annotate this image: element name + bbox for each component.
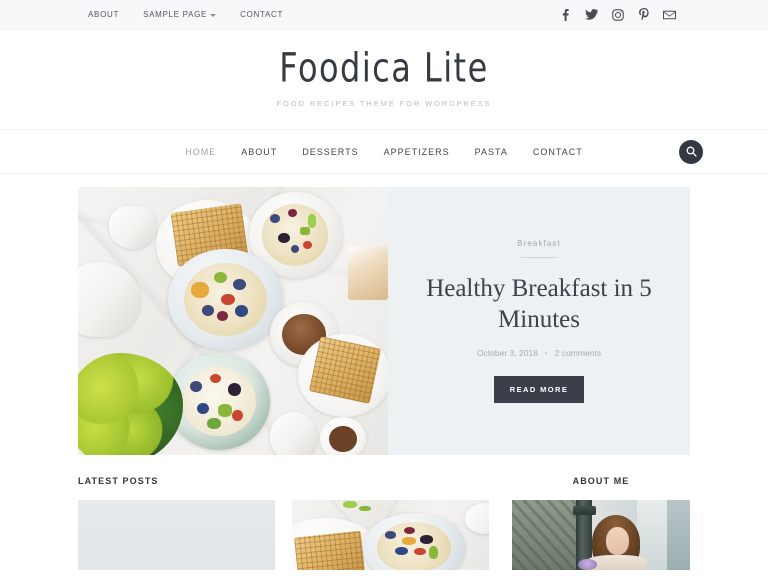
featured-post-title[interactable]: Healthy Breakfast in 5 Minutes (419, 274, 659, 335)
nav-item-appetizers[interactable]: APPETIZERS (384, 147, 450, 157)
about-me-image[interactable] (512, 500, 690, 570)
email-icon[interactable] (663, 8, 676, 21)
featured-post-image[interactable] (78, 187, 388, 455)
nav-item-contact[interactable]: CONTACT (533, 147, 583, 157)
instagram-icon[interactable] (611, 8, 624, 21)
featured-post-content: Breakfast Healthy Breakfast in 5 Minutes… (388, 187, 690, 455)
featured-post-meta: October 3, 2018 • 2 comments (477, 348, 601, 358)
search-icon (686, 146, 697, 157)
topnav-item-about[interactable]: ABOUT (88, 10, 119, 19)
post-card-waffles[interactable] (292, 500, 489, 570)
search-button[interactable] (679, 139, 703, 164)
latest-posts-grid (78, 500, 490, 570)
lower-sections: LATEST POSTS ABOUT ME (0, 476, 768, 570)
main-navigation: HOME ABOUT DESSERTS APPETIZERS PASTA CON… (0, 130, 768, 174)
topnav-item-sample-page[interactable]: SAMPLE PAGE (143, 10, 217, 19)
topnav-item-sample-page-label: SAMPLE PAGE (143, 10, 208, 19)
site-title[interactable]: Foodica Lite (279, 47, 488, 87)
read-more-button[interactable]: READ MORE (493, 376, 585, 403)
top-navigation: ABOUT SAMPLE PAGE CONTACT (88, 10, 283, 19)
nav-item-pasta[interactable]: PASTA (475, 147, 508, 157)
pinterest-icon[interactable] (637, 8, 650, 21)
nav-item-about[interactable]: ABOUT (241, 147, 277, 157)
meta-separator: • (544, 348, 548, 358)
latest-posts-heading: LATEST POSTS (78, 476, 159, 486)
topnav-item-about-label: ABOUT (88, 10, 120, 19)
featured-post-category[interactable]: Breakfast (517, 239, 561, 248)
site-tagline: FOOD RECIPES THEME FOR WORDPRESS (276, 99, 492, 108)
topnav-item-contact[interactable]: CONTACT (240, 10, 283, 19)
twitter-icon[interactable] (585, 8, 598, 21)
nav-item-home[interactable]: HOME (185, 147, 216, 157)
featured-post-comments[interactable]: 2 comments (555, 348, 601, 358)
top-bar: ABOUT SAMPLE PAGE CONTACT (0, 0, 768, 30)
divider (521, 257, 557, 258)
featured-post: Breakfast Healthy Breakfast in 5 Minutes… (78, 187, 690, 455)
nav-item-desserts[interactable]: DESSERTS (302, 147, 358, 157)
facebook-icon[interactable] (559, 8, 572, 21)
social-links (559, 8, 676, 21)
featured-post-section: Breakfast Healthy Breakfast in 5 Minutes… (0, 187, 768, 455)
topnav-item-contact-label: CONTACT (240, 10, 284, 19)
post-card-placeholder[interactable] (78, 500, 275, 570)
latest-posts-section: LATEST POSTS (78, 476, 490, 570)
about-me-section: ABOUT ME (512, 476, 690, 570)
featured-post-date: October 3, 2018 (476, 348, 538, 358)
about-me-heading: ABOUT ME (572, 476, 630, 486)
site-branding: Foodica Lite FOOD RECIPES THEME FOR WORD… (0, 30, 768, 130)
chevron-down-icon (210, 14, 217, 17)
main-navigation-list: HOME ABOUT DESSERTS APPETIZERS PASTA CON… (185, 147, 582, 157)
